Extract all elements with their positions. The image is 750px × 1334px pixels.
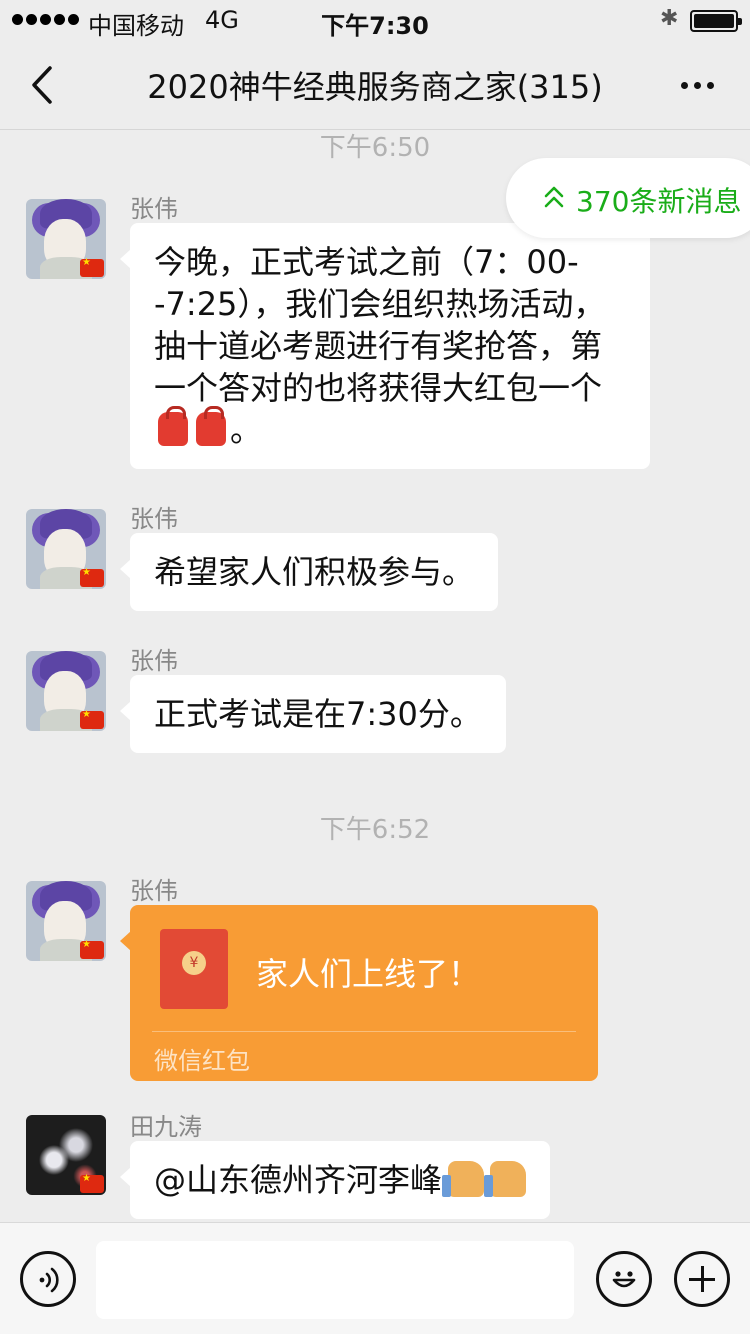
avatar[interactable] [26, 651, 106, 731]
double-chevron-up-icon [544, 186, 564, 208]
sender-name: 张伟 [130, 647, 178, 675]
battery-icon [690, 10, 742, 32]
plus-icon[interactable] [674, 1251, 730, 1307]
message-text: 今晚，正式考试之前（7：00--7:25），我们会组织热场活动，抽十道必考题进行… [154, 243, 606, 407]
new-messages-label: 370条新消息 [576, 185, 742, 218]
message-text: 希望家人们积极参与。 [154, 553, 475, 591]
emoji-icon[interactable] [596, 1251, 652, 1307]
avatar[interactable] [26, 509, 106, 589]
message-bubble[interactable]: 正式考试是在7:30分。 [120, 675, 506, 753]
red-packet-text: 家人们上线了！ [256, 955, 481, 993]
red-envelope-icon: ¥ [160, 929, 228, 1009]
red-packet-label: 微信红包 [154, 1047, 250, 1075]
bluetooth-icon: ✱ [660, 6, 679, 31]
message-trailing-text: 。 [230, 411, 263, 449]
china-flag-icon [80, 567, 104, 587]
sender-name: 张伟 [130, 505, 178, 533]
new-messages-button[interactable]: 370条新消息 [506, 158, 750, 238]
chat-title: 2020神牛经典服务商之家(315) [147, 68, 603, 106]
china-flag-icon [80, 939, 104, 959]
divider [152, 1031, 576, 1032]
voice-icon[interactable] [20, 1251, 76, 1307]
sender-name: 张伟 [130, 195, 178, 223]
red-bag-emoji [196, 406, 226, 446]
status-bar: 中国移动 4G 下午7:30 ✱ [0, 0, 750, 40]
message-input[interactable] [96, 1241, 574, 1319]
china-flag-icon [80, 257, 104, 277]
chat-messages[interactable]: 下午6:50 张伟 今晚，正式考试之前（7：00--7:25），我们会组织热场活… [0, 131, 750, 1221]
sender-name: 田九涛 [130, 1113, 202, 1141]
red-bag-emoji [158, 406, 188, 446]
message-text: 正式考试是在7:30分。 [154, 695, 482, 733]
avatar[interactable] [26, 199, 106, 279]
input-bar [0, 1222, 750, 1334]
time-label: 下午6:52 [319, 815, 431, 845]
message-text: @山东德州齐河李峰 [154, 1161, 443, 1199]
message-bubble[interactable]: 希望家人们积极参与。 [119, 533, 499, 611]
status-time: 下午7:30 [321, 12, 429, 40]
red-packet-message[interactable]: ¥ 家人们上线了！ 微信红包 [120, 905, 598, 1081]
more-icon[interactable] [672, 60, 722, 110]
thumbs-up-emoji [442, 1161, 485, 1197]
china-flag-icon [80, 709, 104, 729]
avatar[interactable] [26, 881, 106, 961]
message-bubble[interactable]: 今晚，正式考试之前（7：00--7:25），我们会组织热场活动，抽十道必考题进行… [120, 223, 650, 469]
message-bubble[interactable]: @山东德州齐河李峰 [119, 1141, 551, 1219]
sender-name: 张伟 [130, 877, 178, 905]
thumbs-up-emoji [484, 1161, 527, 1197]
china-flag-icon [80, 1173, 104, 1193]
avatar[interactable] [26, 1115, 106, 1195]
nav-bar: 2020神牛经典服务商之家(315) [0, 40, 750, 130]
